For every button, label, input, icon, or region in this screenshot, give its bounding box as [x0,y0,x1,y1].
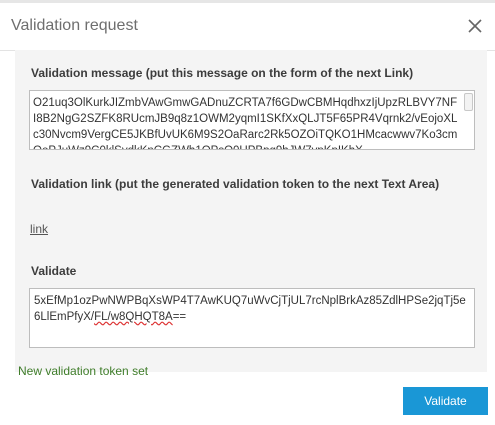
validation-message-label: Validation message (put this message on … [31,66,414,80]
validate-label: Validate [31,264,77,278]
dialog-header: Validation request [0,3,495,51]
validate-token-tail: == [172,311,187,323]
close-icon[interactable] [465,16,485,36]
validate-token-flagged-text: FL/w8QHQT8A [94,311,173,323]
validation-link[interactable]: link [30,222,48,236]
validation-message-text: O21uq3OlKurkJIZmbVAwGmwGADnuZCRTA7f6GDwC… [33,97,458,149]
textarea-scrollbar[interactable] [464,93,473,111]
validation-link-label: Validation link (put the generated valid… [31,177,440,191]
status-message: New validation token set [18,364,149,378]
validate-token-textarea[interactable]: 5xEfMp1ozPwNWPBqXsWP4T7AwKUQ7uWvCjTjUL7r… [29,288,475,348]
dialog-title: Validation request [11,17,138,34]
validation-message-textarea[interactable]: O21uq3OlKurkJIZmbVAwGmwGADnuZCRTA7f6GDwC… [29,90,475,150]
validate-button[interactable]: Validate [403,387,488,415]
